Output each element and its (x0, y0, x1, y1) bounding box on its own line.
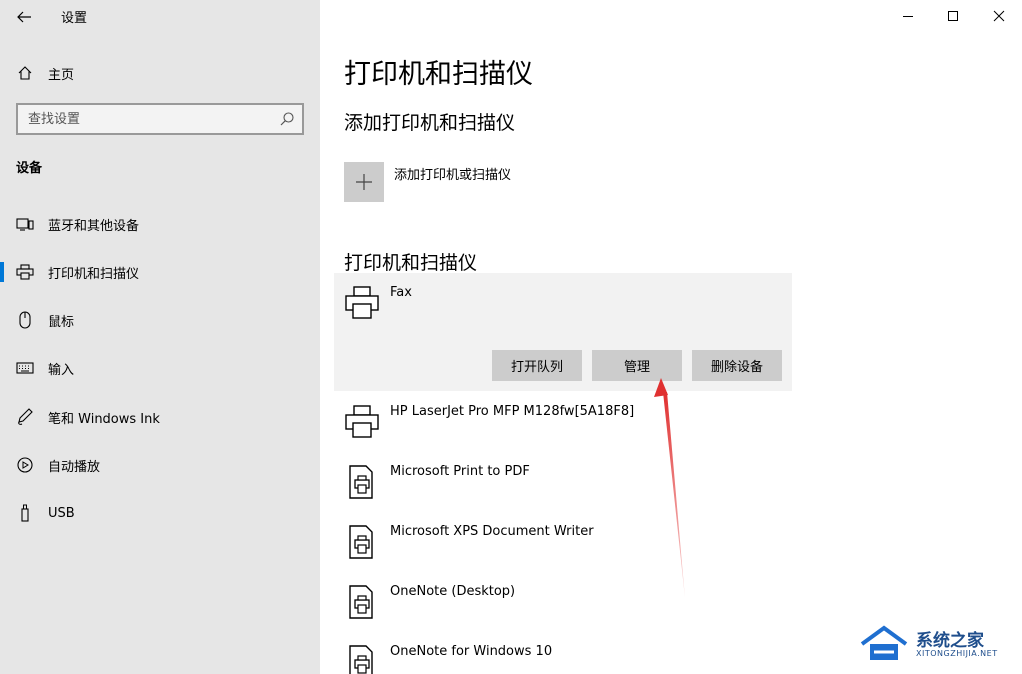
watermark-subtext: XITONGZHIJIA.NET (916, 649, 998, 658)
maximize-button[interactable] (930, 0, 976, 32)
document-printer-icon (349, 585, 373, 619)
page-title: 打印机和扫描仪 (344, 59, 533, 90)
sidebar-item-label: 打印机和扫描仪 (48, 266, 140, 282)
search-box (16, 103, 304, 135)
printers-section-heading: 打印机和扫描仪 (344, 252, 478, 274)
printer-name: OneNote (Desktop) (390, 584, 516, 599)
sidebar-item-mouse[interactable]: 鼠标 (0, 300, 320, 340)
printer-name: Microsoft Print to PDF (390, 464, 530, 479)
sidebar-item-label: USB (48, 505, 75, 521)
search-input[interactable] (18, 105, 278, 133)
add-printer-button[interactable] (344, 162, 384, 202)
manage-button[interactable]: 管理 (592, 350, 682, 381)
arrow-left-icon (17, 11, 31, 23)
printer-item-print-to-pdf[interactable]: Microsoft Print to PDF (334, 452, 792, 512)
printer-name: Microsoft XPS Document Writer (390, 524, 594, 539)
sidebar-item-usb[interactable]: USB (0, 493, 320, 533)
home-icon (16, 64, 34, 82)
sidebar-item-printers[interactable]: 打印机和扫描仪 (0, 252, 320, 292)
sidebar-item-label: 蓝牙和其他设备 (48, 218, 140, 234)
printer-item-onenote-desktop[interactable]: OneNote (Desktop) (334, 572, 792, 632)
pen-icon (16, 408, 34, 426)
back-button[interactable] (8, 2, 40, 32)
close-icon (993, 10, 1005, 22)
open-queue-button[interactable]: 打开队列 (492, 350, 582, 381)
sidebar-item-autoplay[interactable]: 自动播放 (0, 445, 320, 485)
sidebar-item-bluetooth[interactable]: 蓝牙和其他设备 (0, 204, 320, 244)
house-logo-icon (860, 625, 908, 660)
printer-name: Fax (390, 285, 412, 300)
sidebar-item-input[interactable]: 输入 (0, 348, 320, 388)
sidebar: 设置 主页 设备 (0, 0, 320, 674)
printer-item-xps-writer[interactable]: Microsoft XPS Document Writer (334, 512, 792, 572)
search-icon[interactable] (278, 110, 296, 128)
printer-name: OneNote for Windows 10 (390, 644, 553, 659)
printer-item-onenote-win10[interactable]: OneNote for Windows 10 (334, 632, 792, 674)
add-section-heading: 添加打印机和扫描仪 (344, 112, 516, 134)
sidebar-section-heading: 设备 (16, 161, 43, 176)
minimize-icon (903, 16, 913, 17)
document-printer-icon (349, 465, 373, 499)
watermark: 系统之家 XITONGZHIJIA.NET (858, 624, 1008, 664)
printer-name: HP LaserJet Pro MFP M128fw[5A18F8] (390, 404, 635, 419)
mouse-icon (16, 311, 34, 329)
printer-item-hp-laserjet[interactable]: HP LaserJet Pro MFP M128fw[5A18F8] (334, 392, 792, 452)
printer-item-fax[interactable]: Fax 打开队列 管理 删除设备 (334, 273, 792, 391)
add-printer-label[interactable]: 添加打印机或扫描仪 (394, 164, 511, 183)
printer-icon (345, 286, 379, 319)
keyboard-icon (16, 359, 34, 377)
autoplay-icon (16, 456, 34, 474)
sidebar-item-label: 笔和 Windows Ink (48, 411, 160, 427)
app-title: 设置 (61, 11, 88, 26)
plus-icon (356, 174, 372, 190)
document-printer-icon (349, 645, 373, 674)
watermark-text: 系统之家 (916, 631, 984, 651)
minimize-button[interactable] (885, 0, 931, 32)
sidebar-item-label: 输入 (48, 362, 75, 378)
remove-device-button[interactable]: 删除设备 (692, 350, 782, 381)
usb-icon (16, 504, 34, 522)
maximize-icon (948, 11, 958, 21)
printer-icon (16, 263, 34, 281)
document-printer-icon (349, 525, 373, 559)
printer-icon (345, 405, 379, 438)
sidebar-item-pen[interactable]: 笔和 Windows Ink (0, 397, 320, 437)
sidebar-item-home[interactable]: 主页 (0, 53, 320, 93)
sidebar-item-label: 主页 (48, 67, 75, 83)
sidebar-item-label: 自动播放 (48, 459, 101, 475)
bluetooth-device-icon (16, 215, 34, 233)
settings-window: 设置 主页 设备 (0, 0, 1022, 674)
close-button[interactable] (976, 0, 1022, 32)
sidebar-item-label: 鼠标 (48, 314, 75, 330)
